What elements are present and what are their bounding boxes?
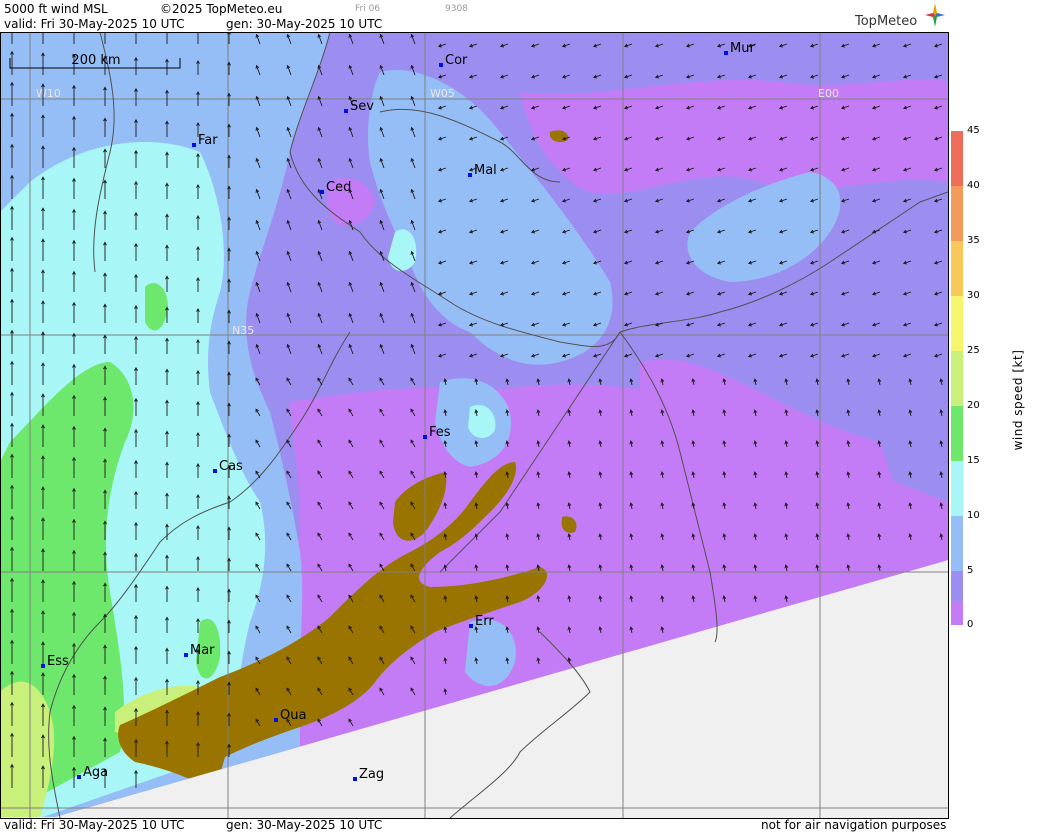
city-label: Mur — [730, 41, 755, 56]
city-dot — [344, 109, 348, 113]
valid-time: valid: Fri 30-May-2025 10 UTC — [4, 17, 185, 31]
legend-tick: 35 — [967, 235, 980, 246]
city-label: Zag — [359, 767, 384, 782]
legend-tick: 40 — [967, 180, 980, 191]
city-label: Oua — [280, 708, 306, 723]
brand-name: TopMeteo — [855, 14, 918, 29]
city-label: Mar — [190, 643, 215, 658]
city-label: Aga — [83, 765, 108, 780]
grid-label-e00: E00 — [818, 87, 839, 100]
city-label: Ced — [326, 180, 351, 195]
city-dot — [274, 718, 278, 722]
product-title: 5000 ft wind MSL — [4, 2, 108, 16]
topmeteo-logo: TopMeteo — [855, 14, 917, 29]
city-label: Fes — [429, 425, 451, 440]
wind-map[interactable]: W10 W05 E00 N35 200 km Cor Mur Sev Far Ced Ma… — [0, 32, 948, 818]
city-dot — [192, 143, 196, 147]
city-label: Cor — [445, 53, 468, 68]
city-dot — [213, 469, 217, 473]
city-dot — [353, 777, 357, 781]
generated-time: gen: 30-May-2025 10 UTC — [226, 17, 383, 31]
footer-generated-time: gen: 30-May-2025 10 UTC — [226, 818, 383, 832]
city-label: Mal — [474, 163, 497, 178]
city-dot — [439, 63, 443, 67]
city-dot — [320, 190, 324, 194]
compass-star-icon — [925, 3, 945, 27]
legend-colorbar — [951, 131, 963, 625]
legend-unit-label: wind speed [kt] — [1011, 349, 1025, 451]
grid-label-w05: W05 — [430, 87, 455, 100]
legend-tick: 15 — [967, 455, 980, 466]
city-dot — [724, 51, 728, 55]
city-label: Err — [475, 614, 494, 629]
city-dot — [184, 653, 188, 657]
legend-tick: 25 — [967, 345, 980, 356]
grid-label-w10: W10 — [36, 87, 61, 100]
legend-tick: 30 — [967, 290, 980, 301]
city-dot — [468, 173, 472, 177]
city-label: Sev — [350, 99, 374, 114]
city-dot — [77, 775, 81, 779]
run-code: 9308 — [445, 4, 468, 14]
day-code: Fri 06 — [355, 4, 381, 14]
city-label: Far — [198, 133, 218, 148]
legend-tick: 0 — [967, 619, 974, 630]
city-label: Cas — [219, 459, 243, 474]
scale-bar-label: 200 km — [71, 53, 120, 68]
legend-tick: 10 — [967, 510, 980, 521]
city-dot — [41, 664, 45, 668]
footer-disclaimer: not for air navigation purposes — [761, 818, 947, 832]
legend-tick: 45 — [967, 125, 980, 136]
city-dot — [469, 624, 473, 628]
grid-label-n35: N35 — [232, 324, 254, 337]
city-label: Ess — [47, 654, 69, 669]
footer-valid-time: valid: Fri 30-May-2025 10 UTC — [4, 818, 185, 832]
legend-tick: 20 — [967, 400, 980, 411]
legend-tick: 5 — [967, 565, 974, 576]
copyright: ©2025 TopMeteo.eu — [160, 2, 283, 16]
city-dot — [423, 435, 427, 439]
